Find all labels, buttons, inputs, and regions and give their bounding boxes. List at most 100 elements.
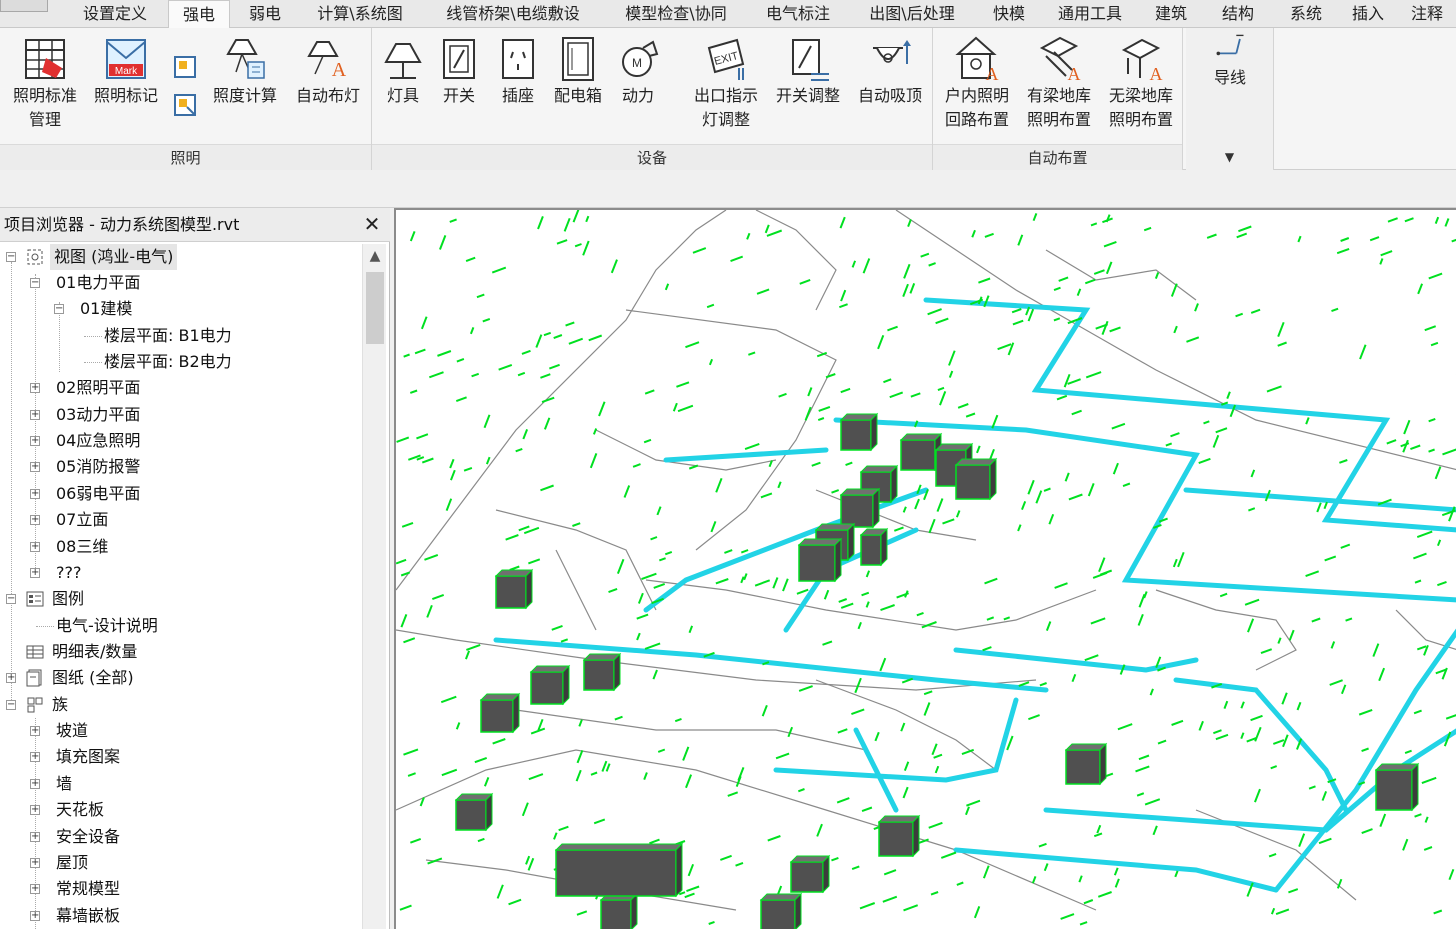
- light-fixture: [1340, 237, 1350, 242]
- expand-icon[interactable]: +: [30, 542, 40, 552]
- tab-strong-current[interactable]: 强电: [168, 0, 230, 29]
- light-fixture: [1032, 213, 1038, 222]
- tab-conduit-tray-cable[interactable]: 线管桥架\电缆敷设: [424, 0, 602, 28]
- expand-icon[interactable]: +: [30, 515, 40, 525]
- light-fixture: [636, 613, 649, 620]
- expand-icon[interactable]: +: [6, 673, 16, 683]
- light-fixture: [1444, 218, 1450, 227]
- light-fixture: [1277, 637, 1282, 644]
- tab-calc-system-diagram[interactable]: 计算\系统图: [300, 0, 420, 28]
- light-fixture: [1361, 747, 1369, 752]
- household-lighting-button[interactable]: A 户内照明 回路布置: [937, 34, 1017, 132]
- auto-lights-button[interactable]: A 自动布灯: [288, 34, 368, 108]
- beam-garage-lighting-button[interactable]: A 有梁地库 照明布置: [1019, 34, 1099, 132]
- light-fixture: [1321, 791, 1328, 801]
- light-fixture: [1410, 444, 1421, 451]
- socket-button[interactable]: 插座: [492, 34, 544, 108]
- tab-weak-current[interactable]: 弱电: [234, 0, 296, 28]
- tab-print-postprocess[interactable]: 出图\后处理: [850, 0, 974, 28]
- auto-ceiling-button[interactable]: 自动吸顶: [850, 34, 930, 108]
- light-fixture: [1308, 785, 1316, 790]
- project-browser-scrollbar[interactable]: ▲: [362, 244, 386, 929]
- light-fixture: [1250, 714, 1263, 722]
- light-fixture: [1137, 613, 1144, 626]
- tab-electrical-annotation[interactable]: 电气标注: [750, 0, 846, 28]
- expand-icon[interactable]: +: [30, 805, 40, 815]
- exit-sign-adjust-button[interactable]: EXIT 出口指示 灯调整: [686, 34, 766, 132]
- scrollbar-thumb[interactable]: [366, 272, 384, 344]
- lighting-standard-button[interactable]: 照明标准 管理: [4, 34, 86, 132]
- collapse-icon[interactable]: −: [6, 700, 16, 710]
- expand-icon[interactable]: +: [30, 436, 40, 446]
- light-fixture: [902, 786, 909, 799]
- small-lighting-icon-top[interactable]: [172, 54, 198, 80]
- light-fixture: [1270, 907, 1276, 915]
- collapse-icon[interactable]: −: [6, 594, 16, 604]
- switch-button[interactable]: 开关: [434, 34, 484, 108]
- light-fixture: [1305, 417, 1310, 425]
- tab-general-tools[interactable]: 通用工具: [1044, 0, 1136, 28]
- panel-expand-arrow-icon[interactable]: ▼: [1186, 150, 1273, 164]
- tree-item-views[interactable]: − 视图 (鸿业-电气): [0, 244, 362, 270]
- light-fixture: [861, 591, 870, 597]
- expand-icon[interactable]: +: [30, 489, 40, 499]
- panelboard-button[interactable]: 配电箱: [548, 34, 608, 108]
- application-menu-button[interactable]: [0, 0, 48, 12]
- light-fixture: [560, 638, 569, 643]
- scroll-up-icon[interactable]: ▲: [363, 244, 387, 268]
- close-icon[interactable]: ✕: [362, 214, 382, 234]
- light-fixture: [482, 317, 491, 323]
- tree-label-b1: 楼层平面: B1电力: [104, 326, 232, 345]
- collapse-icon[interactable]: −: [30, 278, 40, 288]
- equipment-box-side: [794, 892, 802, 929]
- light-fixture: [1071, 409, 1082, 416]
- light-fixture: [1198, 720, 1204, 731]
- light-fixture: [1442, 448, 1456, 456]
- light-fixture: [674, 717, 682, 723]
- light-fixture: [437, 350, 452, 357]
- expand-icon[interactable]: +: [30, 410, 40, 420]
- tree-label-wall: 墙: [56, 774, 73, 793]
- switch-adjust-button[interactable]: 开关调整: [768, 34, 848, 108]
- tab-systems[interactable]: 系统: [1274, 0, 1338, 28]
- expand-icon[interactable]: +: [30, 779, 40, 789]
- expand-icon[interactable]: +: [30, 726, 40, 736]
- light-fixture: [971, 229, 976, 238]
- tab-structure[interactable]: 结构: [1206, 0, 1270, 28]
- tab-quick-model[interactable]: 快模: [978, 0, 1040, 28]
- collapse-icon[interactable]: −: [6, 252, 16, 262]
- nobeam-garage-lighting-button[interactable]: A 无梁地库 照明布置: [1101, 34, 1181, 132]
- expand-icon[interactable]: +: [30, 383, 40, 393]
- light-fixture: [740, 549, 749, 554]
- light-fixture: [449, 218, 457, 223]
- expand-icon[interactable]: +: [30, 568, 40, 578]
- nobeam-garage-label-1: 无梁地库: [1108, 86, 1173, 105]
- light-fixture: [441, 768, 458, 777]
- tab-model-check[interactable]: 模型检查\协同: [606, 0, 746, 28]
- collapse-icon[interactable]: −: [54, 304, 64, 314]
- light-fixture: [1250, 308, 1261, 314]
- ceiling-light-icon: [873, 40, 911, 64]
- expand-icon[interactable]: +: [30, 884, 40, 894]
- power-button[interactable]: M 动力: [612, 34, 664, 108]
- tab-settings[interactable]: 设置定义: [66, 0, 164, 28]
- small-lighting-icon-bottom[interactable]: [172, 92, 198, 118]
- light-fixture: [817, 417, 825, 422]
- tree-label-fill-pattern: 填充图案: [56, 747, 121, 766]
- illuminance-calc-button[interactable]: 照度计算: [204, 34, 286, 108]
- lighting-mark-button[interactable]: Mark 照明标记: [88, 34, 164, 108]
- fixture-button[interactable]: 灯具: [378, 34, 428, 108]
- expand-icon[interactable]: +: [30, 462, 40, 472]
- tab-architecture[interactable]: 建筑: [1140, 0, 1202, 28]
- tab-insert[interactable]: 插入: [1342, 0, 1394, 28]
- light-fixture: [1387, 217, 1398, 223]
- expand-icon[interactable]: +: [30, 858, 40, 868]
- light-fixture: [1403, 419, 1411, 435]
- expand-icon[interactable]: +: [30, 832, 40, 842]
- model-3d-view[interactable]: [394, 208, 1456, 929]
- expand-icon[interactable]: +: [30, 911, 40, 921]
- equipment-box-side: [613, 652, 621, 692]
- expand-icon[interactable]: +: [30, 752, 40, 762]
- tab-annotate[interactable]: 注释: [1398, 0, 1456, 28]
- wire-button[interactable]: 导线: [1190, 30, 1270, 90]
